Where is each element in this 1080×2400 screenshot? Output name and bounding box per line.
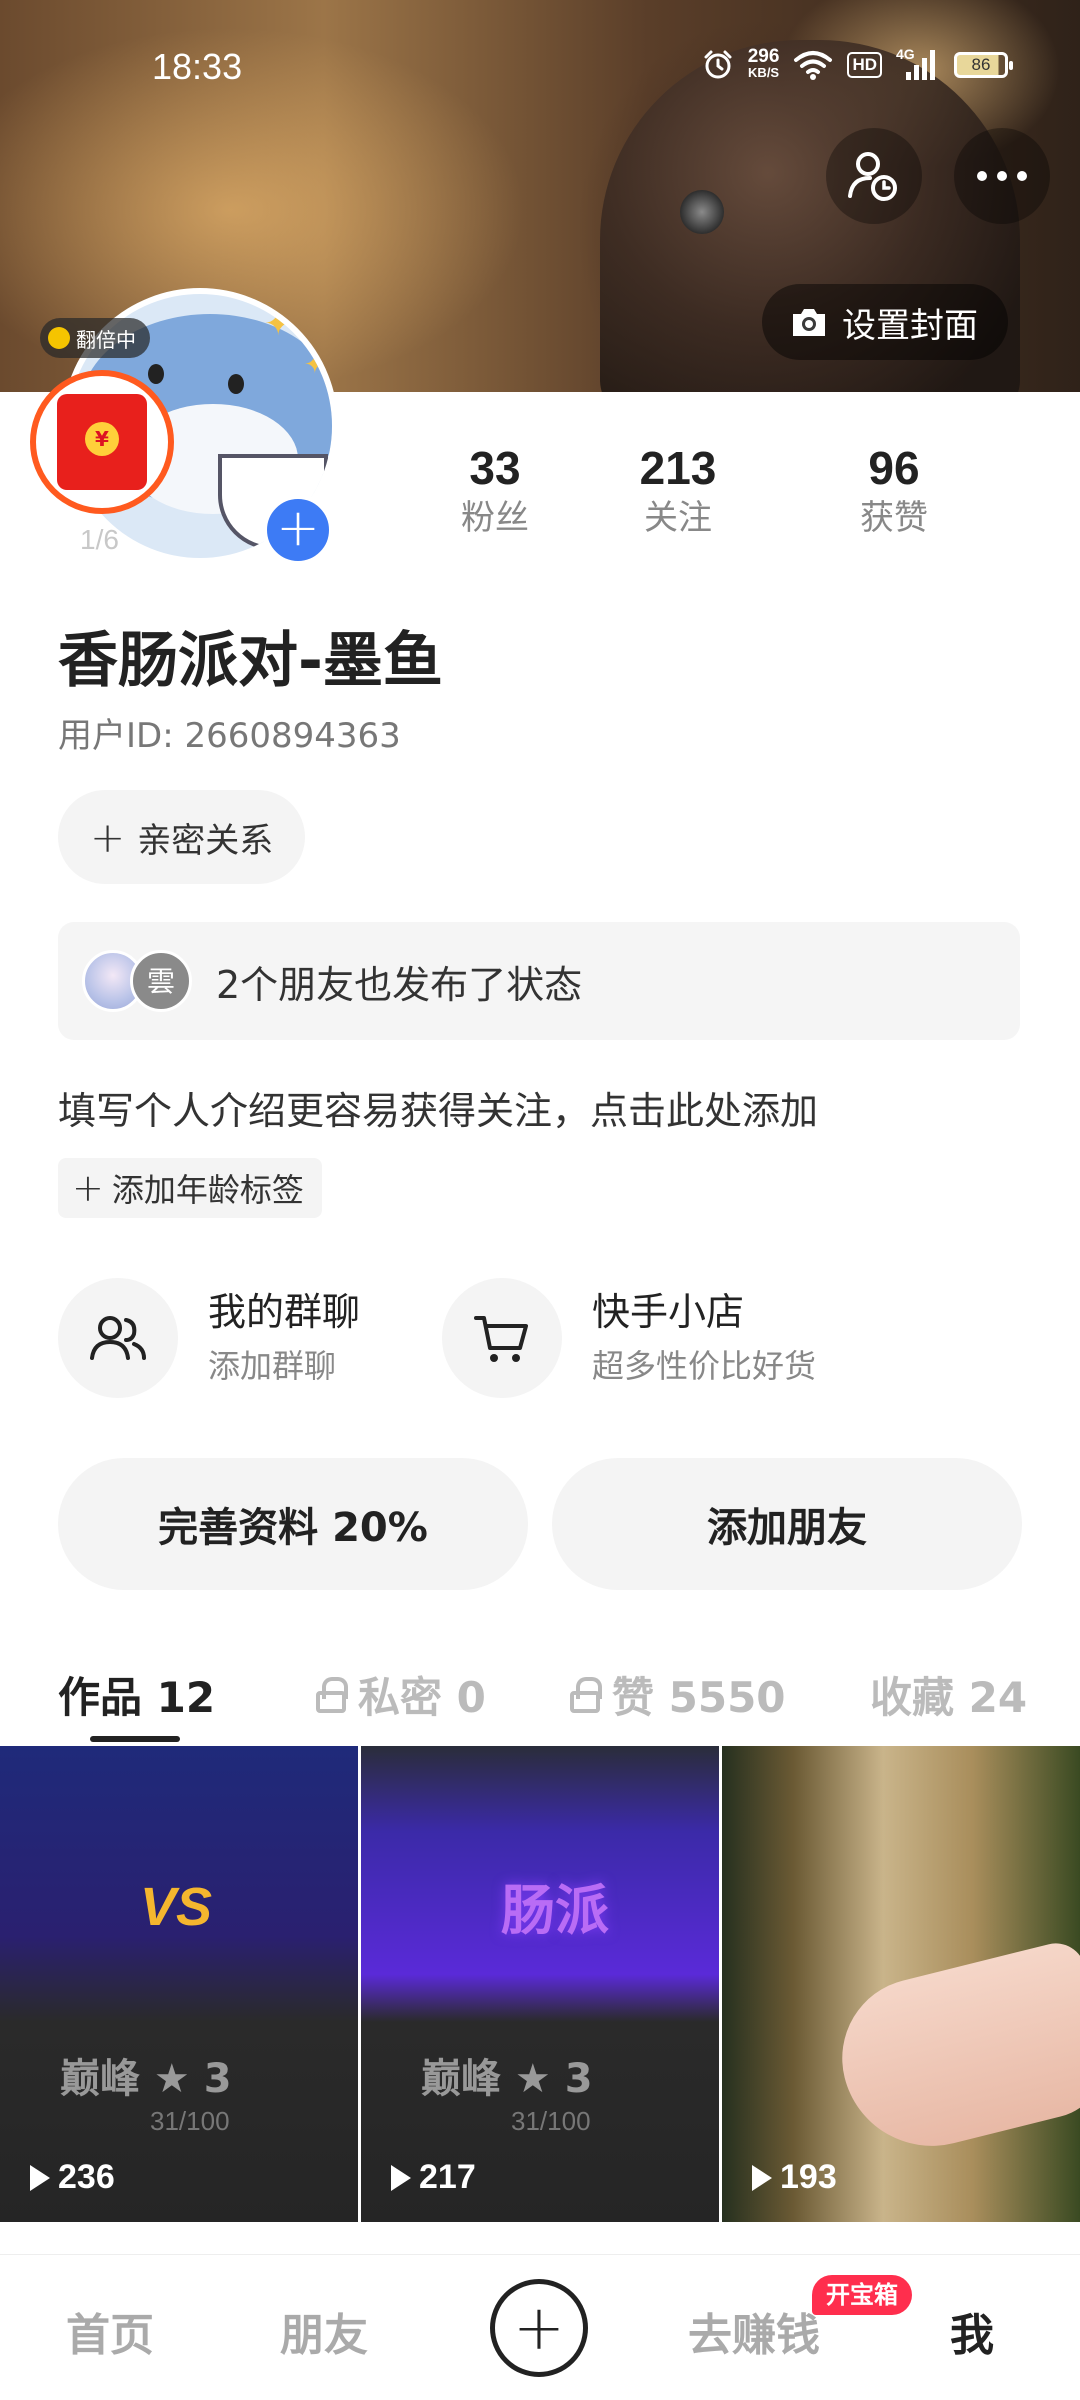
red-packet-count: 1/6 bbox=[80, 524, 119, 555]
visitors-button[interactable] bbox=[826, 128, 922, 224]
nav-earn[interactable]: 去赚钱 bbox=[688, 2299, 820, 2363]
video-thumbnail[interactable]: 193 bbox=[722, 1746, 1080, 2222]
group-chat-subtitle: 添加群聊 bbox=[208, 1347, 337, 1385]
cellular-signal-icon: 4G bbox=[896, 46, 940, 82]
friends-status-text: 2个朋友也发布了状态 bbox=[216, 962, 583, 1007]
plus-icon: + bbox=[90, 812, 126, 862]
group-chat-shortcut[interactable]: 我的群聊 添加群聊 bbox=[58, 1278, 360, 1398]
lock-icon bbox=[316, 1676, 348, 1713]
play-count: 236 bbox=[30, 2158, 115, 2197]
intimate-relationship-button[interactable]: + 亲密关系 bbox=[58, 790, 306, 884]
plus-icon: + bbox=[513, 2291, 565, 2364]
user-id[interactable]: 用户ID: 2660894363 bbox=[58, 708, 401, 757]
group-chat-title: 我的群聊 bbox=[208, 1290, 361, 1334]
profile-stats: 33 粉丝 213 关注 96 获赞 bbox=[420, 440, 1020, 540]
camera-icon bbox=[793, 309, 825, 336]
stat-followers[interactable]: 33 粉丝 bbox=[420, 440, 570, 540]
complete-profile-button[interactable]: 完善资料 20% bbox=[58, 1458, 528, 1590]
status-icons: 296 KB/S HD 4G 86 bbox=[702, 46, 1013, 82]
friends-status-banner[interactable]: 雲 2个朋友也发布了状态 bbox=[58, 922, 1020, 1040]
red-packet-icon: ¥ bbox=[57, 394, 147, 490]
tab-favorites[interactable]: 收藏 24 bbox=[870, 1664, 1027, 1725]
hd-indicator: HD bbox=[847, 52, 882, 78]
add-friend-button[interactable]: 添加朋友 bbox=[552, 1458, 1022, 1590]
play-icon bbox=[391, 2164, 411, 2191]
create-post-button[interactable]: + bbox=[490, 2279, 588, 2377]
lock-icon bbox=[570, 1676, 602, 1713]
play-icon bbox=[752, 2164, 772, 2191]
tab-likes[interactable]: 赞 5550 bbox=[570, 1664, 786, 1725]
content-tabs: 作品 12 私密 0 赞 5550 收藏 24 bbox=[0, 1650, 1080, 1746]
bottom-navigation: 首页 朋友 + 去赚钱 开宝箱 我 bbox=[0, 2254, 1080, 2400]
tab-works[interactable]: 作品 12 bbox=[58, 1664, 215, 1725]
nav-friends[interactable]: 朋友 bbox=[280, 2299, 368, 2363]
add-age-tag-button[interactable]: + 添加年龄标签 bbox=[58, 1158, 322, 1218]
stat-likes[interactable]: 96 获赞 bbox=[786, 440, 1002, 540]
plus-icon: + bbox=[72, 1166, 104, 1210]
sparkle-icon: ✦ bbox=[304, 350, 326, 380]
group-chat-icon bbox=[90, 1316, 146, 1360]
status-time: 18:33 bbox=[152, 46, 243, 87]
play-count: 217 bbox=[391, 2158, 476, 2197]
bio-prompt[interactable]: 填写个人介绍更容易获得关注，点击此处添加 bbox=[58, 1080, 818, 1135]
friend-avatar: 雲 bbox=[130, 950, 192, 1012]
shop-shortcut[interactable]: 快手小店 超多性价比好货 bbox=[442, 1278, 816, 1398]
more-button[interactable] bbox=[954, 128, 1050, 224]
battery-indicator: 86 bbox=[954, 52, 1013, 78]
shopping-cart-icon bbox=[474, 1316, 528, 1362]
visitor-clock-icon bbox=[848, 152, 897, 201]
set-cover-label: 设置封面 bbox=[842, 305, 978, 346]
add-avatar-button[interactable]: + bbox=[262, 494, 334, 566]
hand-image bbox=[825, 1937, 1080, 2165]
double-reward-badge[interactable]: 翻倍中 bbox=[40, 318, 150, 358]
shop-subtitle: 超多性价比好货 bbox=[592, 1347, 817, 1385]
status-bar: 18:33 296 KB/S HD 4G 86 bbox=[0, 0, 1080, 130]
video-thumbnail[interactable]: 肠派 巅峰 ★ 3 31/100 217 bbox=[361, 1746, 719, 2222]
play-icon bbox=[30, 2164, 50, 2191]
alarm-icon bbox=[704, 50, 732, 79]
profile-name: 香肠派对-墨鱼 bbox=[58, 626, 443, 696]
video-thumbnail[interactable]: VS 巅峰 ★ 3 31/100 236 bbox=[0, 1746, 358, 2222]
stat-following[interactable]: 213 关注 bbox=[570, 440, 786, 540]
red-packet-button[interactable]: ¥ bbox=[30, 370, 174, 514]
wifi-icon bbox=[794, 51, 833, 80]
treasure-box-badge[interactable]: 开宝箱 bbox=[812, 2275, 912, 2315]
plus-icon: + bbox=[276, 498, 320, 558]
sparkle-icon: ✦ bbox=[264, 304, 293, 344]
cover-scooter-light bbox=[680, 190, 724, 234]
more-dots-icon bbox=[977, 171, 1027, 181]
play-count: 193 bbox=[752, 2158, 837, 2197]
tab-private[interactable]: 私密 0 bbox=[316, 1664, 486, 1725]
works-grid: VS 巅峰 ★ 3 31/100 236 肠派 巅峰 ★ 3 31/100 21… bbox=[0, 1746, 1080, 2222]
coin-icon bbox=[48, 327, 70, 349]
active-tab-indicator bbox=[90, 1736, 180, 1742]
nav-me[interactable]: 我 bbox=[950, 2299, 994, 2363]
shop-title: 快手小店 bbox=[592, 1290, 745, 1334]
set-cover-button[interactable]: 设置封面 bbox=[762, 284, 1008, 360]
nav-home[interactable]: 首页 bbox=[66, 2299, 154, 2363]
network-speed: 296 KB/S bbox=[747, 46, 780, 80]
